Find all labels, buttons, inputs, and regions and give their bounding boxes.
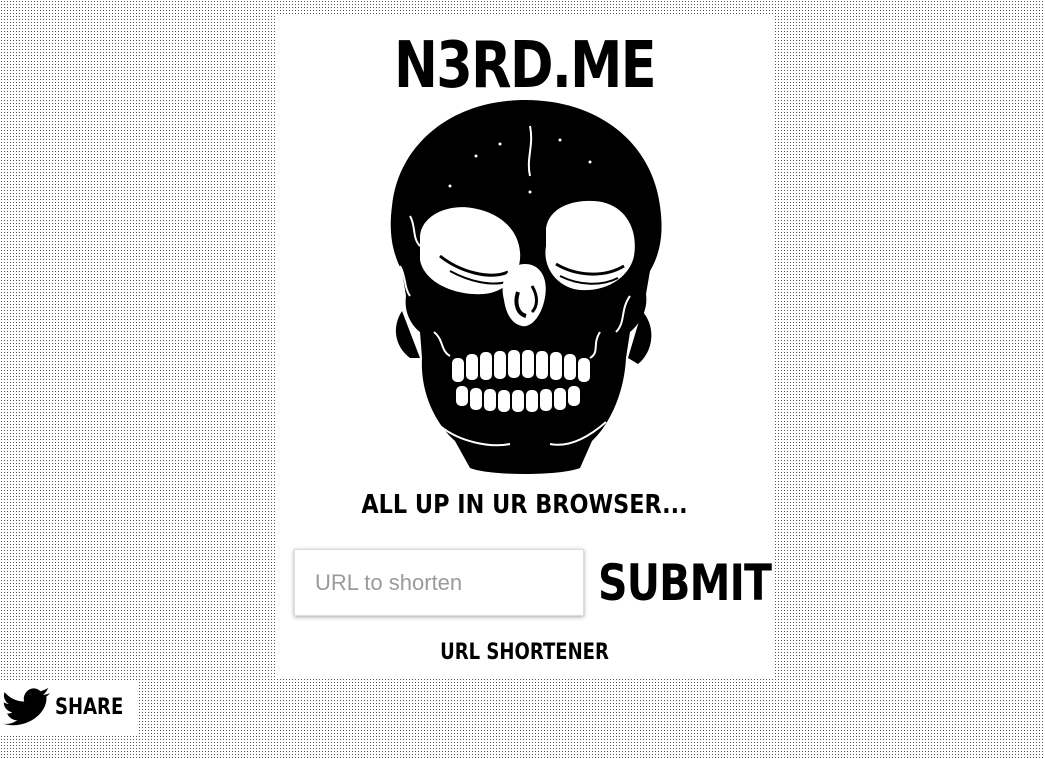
url-input[interactable] [294, 549, 584, 616]
share-label: SHARE [54, 694, 124, 720]
share-button[interactable]: SHARE [0, 680, 138, 734]
main-card: N3RD.ME ALL UP IN UR BROWSER... URL to s… [276, 14, 773, 678]
skull-illustration [390, 100, 662, 474]
caption-url-shortener: URL SHORTENER [440, 640, 609, 665]
tagline: ALL UP IN UR BROWSER... [361, 490, 688, 520]
site-logo[interactable]: N3RD.ME [321, 34, 729, 98]
submit-button[interactable]: SUBMIT [598, 550, 772, 616]
twitter-bird-icon [2, 687, 50, 726]
